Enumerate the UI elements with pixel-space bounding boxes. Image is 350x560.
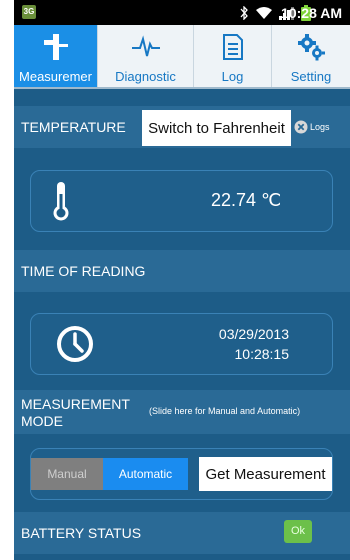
- temperature-value: 22.74 ℃: [211, 190, 282, 210]
- network-3g-icon: 3G: [22, 5, 36, 19]
- measurement-icon: [43, 34, 68, 60]
- tab-log-label: Log: [221, 69, 244, 84]
- tab-log[interactable]: Log: [194, 25, 272, 87]
- mode-card: Manual Automatic Get Measurement: [30, 448, 333, 500]
- pulse-icon: [131, 35, 160, 57]
- time-of-reading-header: TIME OF READING: [14, 250, 350, 292]
- battery-title: BATTERY STATUS: [21, 525, 142, 541]
- tab-diagnostic-label: Diagnostic: [115, 69, 176, 84]
- time-card: 03/29/2013 10:28:15: [30, 313, 333, 375]
- app-screen: 3G 10:28 AM Measuremer Diagnostic Log Se…: [14, 0, 350, 560]
- get-measurement-button[interactable]: Get Measurement: [199, 457, 332, 491]
- automatic-option[interactable]: Automatic: [103, 458, 188, 490]
- battery-header: BATTERY STATUS Ok: [14, 512, 350, 554]
- bluetooth-icon: [240, 6, 248, 20]
- measurement-mode-header: MEASUREMENT MODE (Slide here for Manual …: [14, 390, 350, 434]
- tab-measurement-label: Measuremer: [19, 69, 92, 84]
- tab-setting[interactable]: Setting: [272, 25, 350, 87]
- tab-diagnostic[interactable]: Diagnostic: [98, 25, 194, 87]
- status-bar: 3G 10:28 AM: [14, 0, 350, 25]
- time-of-reading-title: TIME OF READING: [21, 263, 146, 279]
- close-circle-icon: [294, 120, 308, 134]
- switch-fahrenheit-button[interactable]: Switch to Fahrenheit: [142, 110, 291, 146]
- wifi-icon: [256, 7, 272, 19]
- logs-label: Logs: [310, 122, 330, 132]
- measurement-mode-title: MEASUREMENT MODE: [21, 396, 130, 429]
- reading-date: 03/29/2013: [218, 326, 289, 342]
- tab-measurement[interactable]: Measuremer: [14, 25, 98, 87]
- mode-toggle[interactable]: Manual Automatic: [31, 458, 188, 490]
- tab-bar: Measuremer Diagnostic Log Setting: [14, 25, 350, 89]
- temperature-title: TEMPERATURE: [21, 119, 126, 135]
- gears-icon: [298, 34, 325, 61]
- mode-hint: (Slide here for Manual and Automatic): [149, 406, 301, 416]
- reading-time: 10:28:15: [234, 346, 290, 362]
- thermometer-icon: [53, 182, 69, 221]
- battery-status-badge: Ok: [284, 520, 312, 543]
- temperature-header: TEMPERATURE Switch to Fahrenheit Logs: [14, 106, 350, 148]
- manual-option[interactable]: Manual: [31, 458, 103, 490]
- logs-toggle[interactable]: Logs: [294, 119, 330, 135]
- document-icon: [222, 34, 243, 60]
- clock-icon: [57, 326, 93, 362]
- tab-setting-label: Setting: [290, 69, 332, 84]
- clock-time: 10:28 AM: [281, 5, 342, 21]
- temperature-card: 22.74 ℃: [30, 170, 333, 232]
